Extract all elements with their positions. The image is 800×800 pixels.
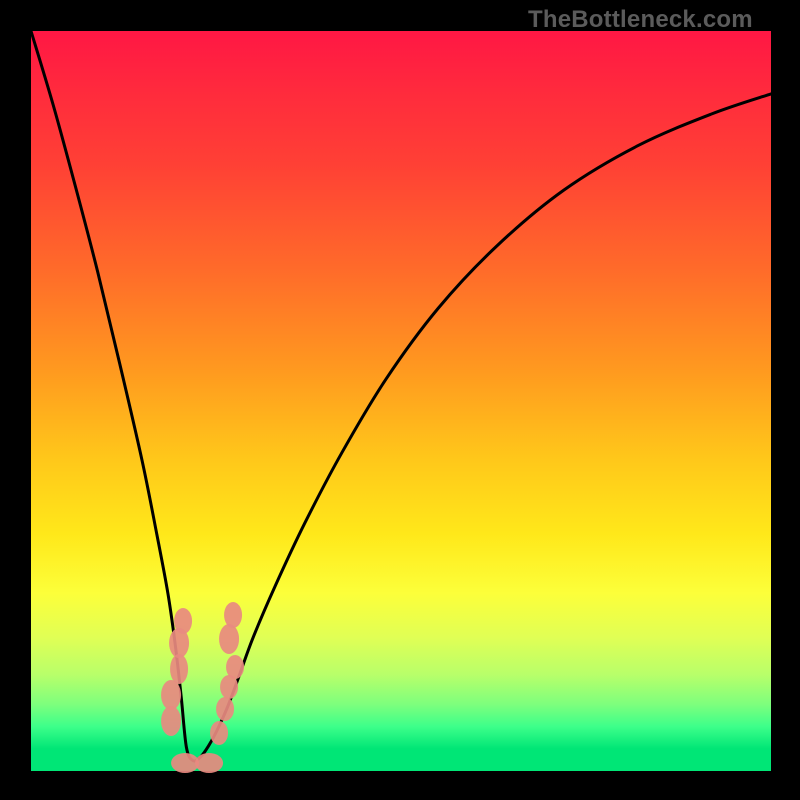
data-marker <box>195 753 223 773</box>
data-marker <box>169 628 189 658</box>
data-marker <box>161 706 181 736</box>
plot-area <box>31 31 771 771</box>
chart-svg <box>31 31 771 771</box>
bottleneck-curve <box>31 31 771 761</box>
data-marker <box>170 654 188 684</box>
data-marker <box>216 697 234 721</box>
chart-frame: TheBottleneck.com <box>0 0 800 800</box>
watermark-text: TheBottleneck.com <box>528 6 753 34</box>
data-marker <box>224 602 242 628</box>
data-marker <box>171 753 199 773</box>
data-marker <box>219 624 239 654</box>
data-marker <box>161 680 181 710</box>
data-marker <box>210 721 228 745</box>
data-marker <box>226 655 244 679</box>
